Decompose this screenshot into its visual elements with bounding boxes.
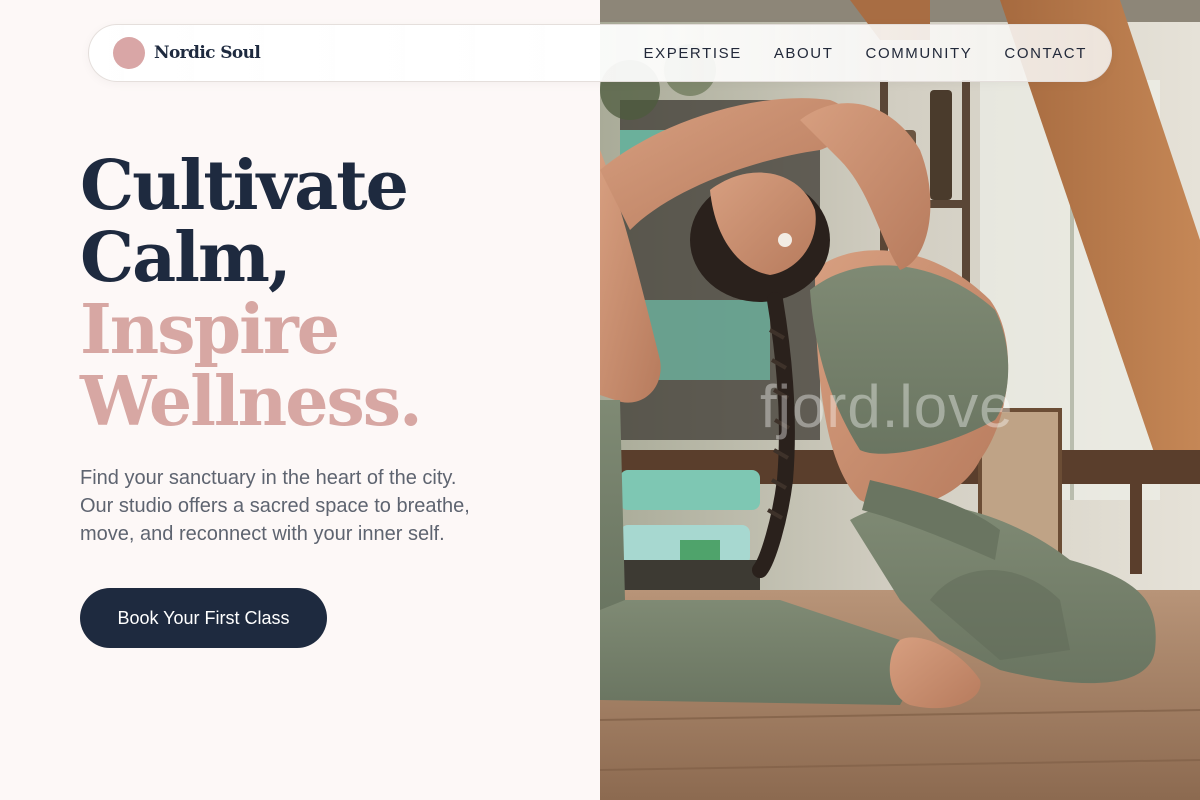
hero-description: Find your sanctuary in the heart of the …	[80, 464, 520, 548]
hero-image	[600, 0, 1200, 800]
nav-link-expertise[interactable]: EXPERTISE	[644, 45, 742, 62]
headline-line-calm: Calm,	[80, 218, 292, 298]
hero-headline: Cultivate Calm, Inspire Wellness.	[80, 146, 423, 442]
nav-link-about[interactable]: ABOUT	[774, 45, 834, 62]
brand-name: Nordic Soul	[154, 43, 261, 63]
book-first-class-button[interactable]: Book Your First Class	[80, 588, 327, 648]
hero-description-line-2: Our studio offers a sacred space to brea…	[80, 495, 470, 517]
nav-links: EXPERTISE ABOUT COMMUNITY CONTACT	[644, 45, 1088, 62]
top-navigation: Nordic Soul EXPERTISE ABOUT COMMUNITY CO…	[88, 24, 1112, 82]
headline-line-wellness: Wellness.	[80, 362, 423, 442]
hero-description-line-1: Find your sanctuary in the heart of the …	[80, 467, 457, 489]
brand-logo-link[interactable]: Nordic Soul	[113, 37, 261, 69]
nav-link-contact[interactable]: CONTACT	[1004, 45, 1087, 62]
nav-link-community[interactable]: COMMUNITY	[866, 45, 973, 62]
hero-description-line-3: move, and reconnect with your inner self…	[80, 523, 445, 545]
headline-line-inspire: Inspire	[80, 290, 340, 370]
yoga-photo-illustration	[600, 0, 1200, 800]
headline-line-cultivate: Cultivate	[80, 146, 409, 226]
circle-logo-icon	[113, 37, 145, 69]
